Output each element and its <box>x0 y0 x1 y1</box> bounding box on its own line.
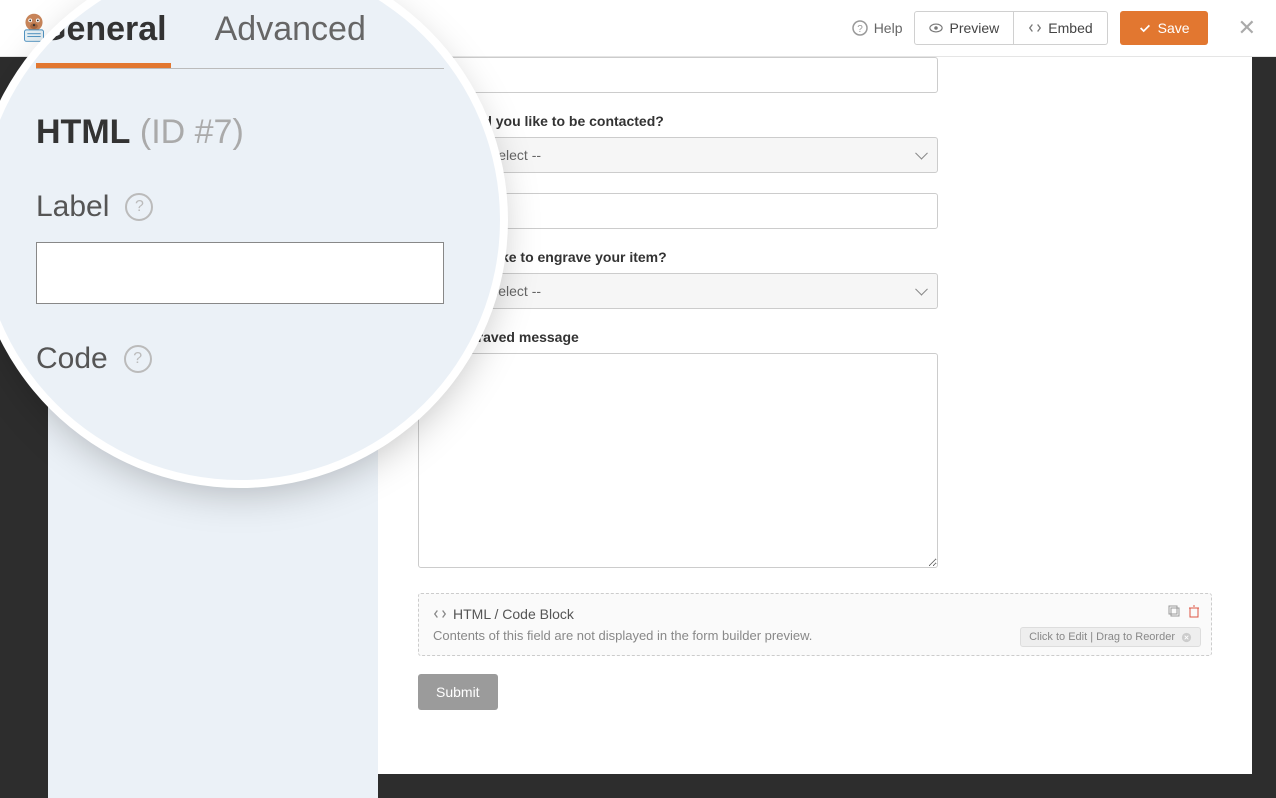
submit-button[interactable]: Submit <box>418 674 498 710</box>
mag-label-field: Label ? <box>36 190 444 304</box>
code-icon <box>433 607 447 621</box>
mag-heading-id: (ID #7) <box>140 113 244 151</box>
mag-label-input[interactable] <box>36 242 444 304</box>
text-field-3[interactable] <box>418 193 1212 229</box>
embed-label: Embed <box>1048 20 1092 36</box>
mag-code-field-label: Code <box>36 342 108 376</box>
engrave-label: Would you like to engrave your item? <box>418 249 1212 265</box>
delete-icon[interactable] <box>1187 604 1201 623</box>
help-label: Help <box>874 20 903 36</box>
check-icon <box>1138 21 1152 35</box>
code-icon <box>1028 21 1042 35</box>
help-link[interactable]: ? Help <box>852 20 903 36</box>
preview-label: Preview <box>949 20 999 36</box>
message-label: Your engraved message <box>418 329 1212 345</box>
contact-select[interactable]: -- Please Select -- <box>418 137 938 173</box>
mag-label-field-label: Label <box>36 190 109 224</box>
help-tooltip-icon[interactable]: ? <box>125 193 153 221</box>
hint-text: Click to Edit | Drag to Reorder <box>1029 631 1175 643</box>
contact-dropdown-field[interactable]: How would you like to be contacted? -- P… <box>418 113 1212 173</box>
svg-text:?: ? <box>857 24 863 35</box>
duplicate-icon[interactable] <box>1167 604 1181 623</box>
form-preview: How would you like to be contacted? -- P… <box>378 57 1252 774</box>
edit-hint: Click to Edit | Drag to Reorder <box>1020 627 1201 647</box>
preview-embed-group: Preview Embed <box>914 11 1107 45</box>
engrave-dropdown-field[interactable]: Would you like to engrave your item? -- … <box>418 249 1212 309</box>
save-label: Save <box>1158 20 1190 36</box>
embed-button[interactable]: Embed <box>1014 11 1107 45</box>
message-textarea[interactable] <box>418 353 938 568</box>
help-tooltip-icon[interactable]: ? <box>124 345 152 373</box>
message-field[interactable]: Your engraved message <box>418 329 1212 573</box>
mag-code-field: Code ? <box>36 342 444 376</box>
save-button[interactable]: Save <box>1120 11 1208 45</box>
engrave-select[interactable]: -- Please Select -- <box>418 273 938 309</box>
frame-edge <box>1252 57 1276 798</box>
help-icon: ? <box>852 20 868 36</box>
close-hint-icon[interactable] <box>1181 632 1192 643</box>
mag-tab-advanced[interactable]: Advanced <box>211 10 370 68</box>
html-block-title: HTML / Code Block <box>453 606 574 622</box>
mag-heading: HTML (ID #7) <box>36 113 444 152</box>
eye-icon <box>929 21 943 35</box>
top-actions: ? Help Preview Embed Save ✕ <box>852 11 1264 45</box>
mag-tabs: General Advanced <box>36 10 444 69</box>
text-input[interactable] <box>418 57 938 93</box>
mag-heading-name: HTML <box>36 113 130 151</box>
text-field-1[interactable] <box>418 57 1212 93</box>
html-code-block[interactable]: HTML / Code Block Contents of this field… <box>418 593 1212 656</box>
close-icon[interactable]: ✕ <box>1230 15 1264 41</box>
preview-button[interactable]: Preview <box>914 11 1014 45</box>
contact-label: How would you like to be contacted? <box>418 113 1212 129</box>
